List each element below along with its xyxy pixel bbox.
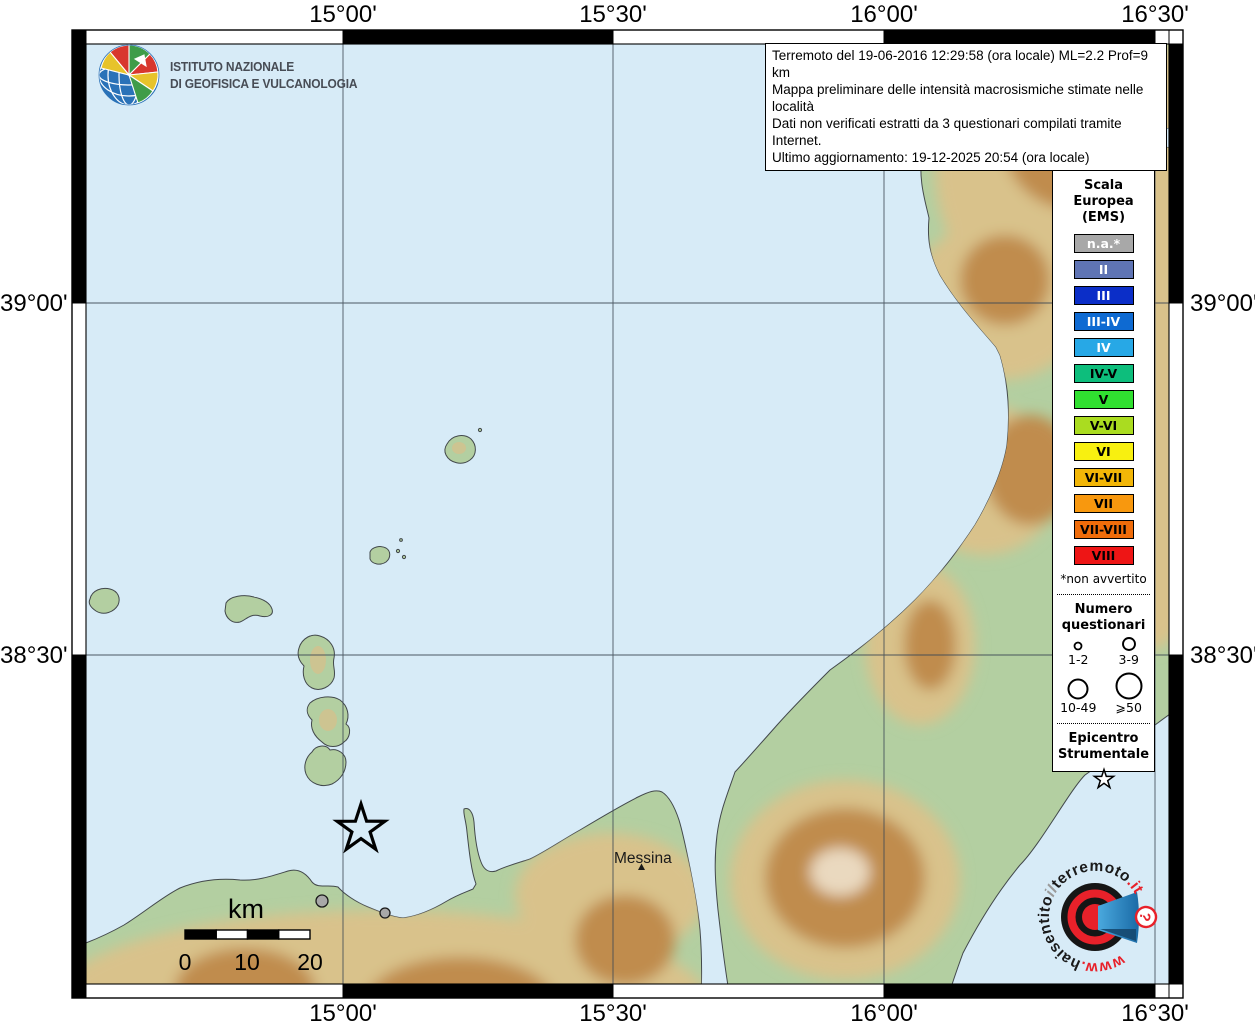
islet-strombolicchio bbox=[478, 428, 481, 431]
ems-swatch-vi-vii: VI-VII bbox=[1074, 468, 1134, 487]
ems-swatch-vii-viii: VII-VIII bbox=[1074, 520, 1134, 539]
questionnaire-class-label: ⩾50 bbox=[1116, 700, 1142, 715]
island-panarea bbox=[370, 547, 390, 565]
legend-divider bbox=[1057, 594, 1150, 595]
axis-label-lon: 15°00' bbox=[273, 1, 413, 29]
circle-size-icon bbox=[1114, 671, 1144, 700]
legend-panel: Scala Europea (EMS) n.a.* II III III-IV … bbox=[1052, 170, 1155, 772]
ingv-globe-icon bbox=[98, 44, 160, 106]
questionnaire-classes: 1-2 3-9 10-49 ⩾50 bbox=[1053, 636, 1154, 715]
axis-label-lon: 15°30' bbox=[543, 1000, 683, 1024]
circle-size-icon bbox=[1120, 636, 1138, 652]
questionnaire-title-line2: questionari bbox=[1053, 618, 1154, 634]
ems-swatch-v: V bbox=[1074, 390, 1134, 409]
axis-label-lon: 15°00' bbox=[273, 1000, 413, 1024]
ingv-name-line1: ISTITUTO NAZIONALE bbox=[170, 58, 357, 75]
scalebar-tick-10: 10 bbox=[234, 949, 260, 975]
questionnaire-class-label: 10-49 bbox=[1060, 700, 1096, 715]
scalebar-tick-20: 20 bbox=[297, 949, 323, 975]
axis-label-lon: 16°00' bbox=[814, 1, 954, 29]
legend-title-line1: Scala bbox=[1053, 178, 1154, 194]
ingv-logo: ISTITUTO NAZIONALE DI GEOFISICA E VULCAN… bbox=[98, 44, 374, 106]
locality-circle bbox=[380, 908, 390, 918]
circle-size-icon bbox=[1071, 638, 1085, 652]
haisentito-logo: ? www.haisentitoilterremoto.it bbox=[1035, 843, 1205, 993]
axis-label-lat: 39°00' bbox=[0, 290, 64, 318]
ems-swatch-ii: II bbox=[1074, 260, 1134, 279]
epicenter-star-legend-icon bbox=[1092, 767, 1116, 791]
event-info-line1: Terremoto del 19-06-2016 12:29:58 (ora l… bbox=[772, 47, 1160, 81]
axis-label-lon: 16°00' bbox=[814, 1000, 954, 1024]
macroseismic-map-page: Messina km 0 10 20 bbox=[0, 0, 1255, 1024]
epicenter-title-line1: Epicentro bbox=[1053, 731, 1154, 747]
legend-footnote: *non avvertito bbox=[1053, 572, 1154, 586]
ems-swatch-viii: VIII bbox=[1074, 546, 1134, 565]
ems-swatch-iv-v: IV-V bbox=[1074, 364, 1134, 383]
event-info-box: Terremoto del 19-06-2016 12:29:58 (ora l… bbox=[765, 43, 1167, 171]
ems-swatch-iii: III bbox=[1074, 286, 1134, 305]
scalebar-tick-0: 0 bbox=[179, 949, 192, 975]
legend-title-line2: Europea bbox=[1053, 194, 1154, 210]
questionnaire-class-label: 1-2 bbox=[1068, 652, 1088, 667]
ems-swatch-na: n.a.* bbox=[1074, 234, 1134, 253]
legend-divider bbox=[1057, 723, 1150, 724]
city-label: Messina bbox=[614, 850, 672, 867]
ems-swatch-iv: IV bbox=[1074, 338, 1134, 357]
questionnaire-class-label: 3-9 bbox=[1119, 652, 1139, 667]
epicenter-title-line2: Strumentale bbox=[1053, 747, 1154, 763]
axis-label-lon: 15°30' bbox=[543, 1, 683, 29]
axis-label-lon: 16°30' bbox=[1085, 1000, 1225, 1024]
axis-label-lon: 16°30' bbox=[1085, 1, 1225, 29]
axis-label-lat: 39°00' bbox=[1190, 290, 1255, 318]
event-info-line3: Dati non verificati estratti da 3 questi… bbox=[772, 115, 1160, 149]
ems-swatch-v-vi: V-VI bbox=[1074, 416, 1134, 435]
event-info-line2: Mappa preliminare delle intensità macros… bbox=[772, 81, 1160, 115]
axis-label-lat: 38°30' bbox=[0, 642, 64, 670]
ems-swatch-iii-iv: III-IV bbox=[1074, 312, 1134, 331]
ems-swatch-vi: VI bbox=[1074, 442, 1134, 461]
circle-size-icon bbox=[1066, 677, 1090, 700]
ems-scale: n.a.* II III III-IV IV IV-V V V-VI VI VI… bbox=[1053, 234, 1154, 565]
locality-circle bbox=[316, 895, 328, 907]
questionnaire-title-line1: Numero bbox=[1053, 602, 1154, 618]
event-info-line4: Ultimo aggiornamento: 19-12-2025 20:54 (… bbox=[772, 149, 1160, 166]
ingv-name-line2: DI GEOFISICA E VULCANOLOGIA bbox=[170, 75, 357, 92]
scalebar-unit: km bbox=[228, 894, 264, 924]
axis-label-lat: 38°30' bbox=[1190, 642, 1255, 670]
ems-swatch-vii: VII bbox=[1074, 494, 1134, 513]
legend-title-line3: (EMS) bbox=[1053, 210, 1154, 226]
island-alicudi bbox=[89, 588, 119, 613]
